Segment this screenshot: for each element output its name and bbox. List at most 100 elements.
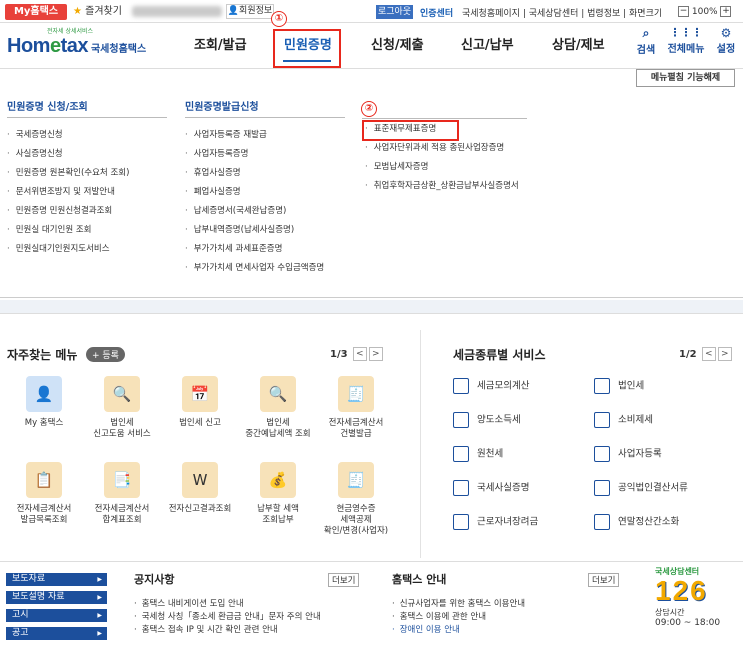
notice-item[interactable]: 홈택스 내비게이션 도입 안내 [134,598,321,611]
zoom-control[interactable]: − 100% + [678,6,732,17]
tax-service-item[interactable]: 연말정산간소화 [594,514,679,531]
menu-item[interactable]: 납부내역증명(납세사실증명) [185,221,345,240]
side-link-press-explain[interactable]: 보도설명 자료 [6,591,107,604]
member-info-button[interactable]: 👤회원정보 [226,4,274,19]
search-button[interactable]: ⌕ 검색 [634,26,658,56]
user-icon [594,446,610,462]
cert-center-link[interactable]: 인증센터 [420,6,453,19]
quick-menu-item[interactable]: 🧾 전자세금계산서 건별발급 [317,376,395,440]
menu-item[interactable]: 민원증명 원본확인(수요처 조회) [7,164,167,183]
logo-brand: Hometax [7,35,88,57]
menu-item[interactable]: 취업후학자금상환_상환금납부사실증명서 [365,181,525,192]
menu-item[interactable]: 휴업사실증명 [185,164,345,183]
menu-item[interactable]: 문서위변조방지 및 저발안내 [7,183,167,202]
zoom-out-button[interactable]: − [678,6,689,17]
guide-title: 홈택스 안내 [392,573,447,586]
services-page-number: 1/2 [679,349,697,360]
guide-list: 신규사업자를 위한 홈택스 이용안내 홈택스 이용에 관한 안내 장애인 이용 … [392,598,525,637]
logo-brand-part-b: e [49,35,61,57]
section-divider [420,330,421,558]
tax-service-item[interactable]: 국세사실증명 [453,480,529,497]
next-page-button[interactable]: > [368,347,383,361]
menu-item[interactable]: 국세증명신청 [7,126,167,145]
tax-service-item[interactable]: 사업자등록 [594,446,662,463]
quick-menu-grid: 👤 My 홈택스 🔍 법인세 신고도움 서비스 📅 법인세 신고 🔍 법인세 중간예납세액 조… [0,376,420,556]
quick-menu-item[interactable]: 🔍 법인세 중간예납세액 조회 [239,376,317,440]
tax-service-item[interactable]: 양도소득세 [453,412,521,429]
tax-service-item[interactable]: 소비제세 [594,412,653,429]
menu-item[interactable]: 납세증명서(국세완납증명) [185,202,345,221]
hours-value: 09:00 ~ 18:00 [655,618,721,628]
side-link-announce[interactable]: 공고 [6,627,107,640]
settings-button[interactable]: ⚙ 설정 [713,26,739,55]
quick-menu-item[interactable]: 🧾 현금영수증 세액공제 확인/변경(사업자) [317,462,395,537]
quick-menu-item[interactable]: 📑 전자세금계산서 합계표조회 [83,462,161,526]
menu-item[interactable]: 민원증명 민원신청결과조회 [7,202,167,221]
menu-item[interactable]: 모범납세자증명 [365,158,527,177]
hometax-logo[interactable]: 전자세 상세서비스 Hometax 국세청홈택스 [7,29,146,59]
nav-consult-report[interactable]: 상담/제보 [552,34,605,53]
gear-icon: ⚙ [720,26,732,40]
guide-item[interactable]: 신규사업자를 위한 홈택스 이용안내 [392,598,525,611]
nav-report-pay[interactable]: 신고/납부 [461,34,514,53]
prev-page-button[interactable]: < [352,347,367,361]
guide-item[interactable]: 홈택스 이용에 관한 안내 [392,611,525,624]
side-link-notice-gov[interactable]: 고시 [6,609,107,622]
quick-menu-label: 법인세 신고도움 서비스 [93,418,151,439]
checklist-icon [594,480,610,496]
quick-menu-label: 전자세금계산서 발급목록조회 [16,504,72,525]
zoom-in-button[interactable]: + [720,6,732,17]
tax-service-item[interactable]: 법인세 [594,378,644,395]
center-number: 126 [655,575,708,606]
top-links[interactable]: 국세청홈페이지 | 국세상담센터 | 법령정보 | 화면크기 [462,6,662,19]
quick-menu-item[interactable]: 💰 납부할 세액 조회납부 [239,462,317,526]
col-2-list: 사업자등록증 재발급사업자등록증명휴업사실증명폐업사실증명납세증명서(국세완납증… [185,118,345,278]
services-prev-button[interactable]: < [701,347,716,361]
building-icon [594,378,610,394]
tax-service-item[interactable]: 세금모의계산 [453,378,529,395]
invoice-icon: 🧾 [338,376,374,412]
quick-menu-label: 전자세금계산서 건별발급 [328,418,384,439]
menu-item[interactable]: 부가가치세 과세표준증명 [185,240,345,259]
search-icon: ⌕ [642,26,650,40]
all-menu-button[interactable]: ⋮⋮⋮ 전체메뉴 [664,26,708,55]
menu-item[interactable]: 민원실 대기인원 조회 [7,221,167,240]
notice-item[interactable]: 국세청 사칭「종소세 환급금 안내」문자 주의 안내 [134,611,321,624]
quick-menu-item[interactable]: 🔍 법인세 신고도움 서비스 [83,376,161,440]
quick-menu-item[interactable]: 📋 전자세금계산서 발급목록조회 [5,462,83,526]
register-button[interactable]: + 등록 [86,347,125,362]
side-link-press[interactable]: 보도자료 [6,573,107,586]
tax-service-item[interactable]: 원천세 [453,446,503,463]
tax-service-label: 근로자녀장려금 [477,516,539,528]
quick-menu-item[interactable]: 📅 법인세 신고 [161,376,239,429]
highlight-box-menu-item [362,120,459,141]
menu-item[interactable]: 부가가치세 면세사업자 수입금액증명 [185,259,345,278]
favorites-label: 즐겨찾기 [85,6,122,17]
nav-lookup-issue[interactable]: 조회/발급 [194,34,247,53]
menu-item[interactable]: 민원실대기인원지도서비스 [7,240,167,259]
menu-item[interactable]: 사업자등록증 재발급 [185,126,345,145]
blurred-username [132,6,222,17]
unfix-menu-button[interactable]: 메뉴펼침 기능해제 [636,69,735,87]
menu-item[interactable]: 사업자단위과세 적용 종된사업장증명 [365,139,527,158]
notice-more-button[interactable]: 더보기 [328,573,360,587]
favorites-link[interactable]: ★ 즐겨찾기 [73,5,122,19]
menu-item[interactable]: 폐업사실증명 [185,183,345,202]
tax-service-item[interactable]: 공익법인결산서류 [594,480,688,497]
menu-item[interactable]: 사업자등록증명 [185,145,345,164]
guide-more-button[interactable]: 더보기 [588,573,620,587]
guide-item[interactable]: 장애인 이용 안내 [392,624,525,637]
services-next-button[interactable]: > [717,347,732,361]
nav-apply-submit[interactable]: 신청/제출 [371,34,424,53]
logout-button[interactable]: 로그아웃 [376,5,413,19]
quick-menu-item[interactable]: 👤 My 홈택스 [5,376,83,429]
tax-service-item[interactable]: 근로자녀장려금 [453,514,538,531]
calendar-icon: 📅 [182,376,218,412]
menu-item[interactable]: 사실증명신청 [7,145,167,164]
quick-menu-item[interactable]: W 전자신고결과조회 [161,462,239,515]
diamond-icon [594,412,610,428]
my-hometax-button[interactable]: My홈택스 [5,4,67,20]
notice-item[interactable]: 홈택스 접속 IP 및 시간 확인 관련 안내 [134,624,321,637]
notice-title: 공지사항 [134,573,175,586]
tax-service-label: 세금모의계산 [477,380,530,392]
